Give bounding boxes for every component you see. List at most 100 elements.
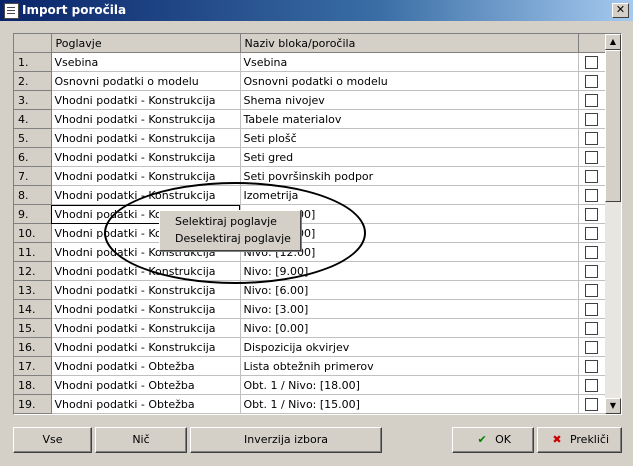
- row-checkbox-cell[interactable]: [578, 223, 606, 243]
- row-checkbox-cell[interactable]: [578, 147, 606, 167]
- cell-naziv[interactable]: Vsebina: [240, 52, 579, 72]
- ok-button[interactable]: ✔ OK: [452, 427, 534, 453]
- table-row[interactable]: 3. Vhodni podatki - Konstrukcija Shema niv…: [14, 90, 606, 110]
- invert-selection-button[interactable]: Inverzija izbora: [190, 427, 382, 453]
- cell-poglavje[interactable]: Vhodni podatki - Konstrukcija: [51, 185, 241, 205]
- cell-poglavje[interactable]: Vhodni podatki - Obtežba: [51, 356, 241, 376]
- table-row[interactable]: 5. Vhodni podatki - Konstrukcija Seti ploš…: [14, 128, 606, 148]
- cell-naziv[interactable]: Tabele materialov: [240, 109, 579, 129]
- cell-poglavje[interactable]: Vhodni podatki - Konstrukcija: [51, 299, 241, 319]
- table-row[interactable]: 17. Vhodni podatki - Obtežba Lista obtežni…: [14, 356, 606, 376]
- cell-poglavje[interactable]: Vhodni podatki - Konstrukcija: [51, 318, 241, 338]
- cell-naziv[interactable]: Shema nivojev: [240, 90, 579, 110]
- row-checkbox[interactable]: [585, 321, 598, 335]
- row-checkbox-cell[interactable]: [578, 337, 606, 357]
- row-checkbox-cell[interactable]: [578, 356, 606, 376]
- table-row[interactable]: 11. Vhodni podatki - Konstrukcija Nivo: [1…: [14, 242, 606, 262]
- select-none-button[interactable]: Nič: [95, 427, 187, 453]
- scrollbar-thumb[interactable]: [605, 50, 621, 202]
- row-checkbox[interactable]: [585, 302, 598, 316]
- cell-poglavje[interactable]: Vhodni podatki - Konstrukcija: [51, 147, 241, 167]
- cell-poglavje[interactable]: Vhodni podatki - Konstrukcija: [51, 128, 241, 148]
- table-row[interactable]: 9.Vhodni podatki - KonstrukcijaNivo: [15…: [14, 204, 606, 224]
- row-checkbox-cell[interactable]: [578, 280, 606, 300]
- row-checkbox[interactable]: [585, 112, 598, 126]
- row-checkbox[interactable]: [585, 55, 598, 69]
- vertical-scrollbar[interactable]: ▲ ▼: [605, 34, 621, 414]
- table-row[interactable]: [14, 413, 606, 414]
- cell-poglavje[interactable]: Osnovni podatki o modelu: [51, 71, 241, 91]
- cell-poglavje[interactable]: [51, 413, 241, 414]
- row-checkbox-cell[interactable]: [578, 299, 606, 319]
- row-checkbox[interactable]: [585, 131, 598, 145]
- cell-poglavje[interactable]: Vhodni podatki - Obtežba: [51, 375, 241, 395]
- row-checkbox[interactable]: [585, 188, 598, 202]
- cell-naziv[interactable]: Osnovni podatki o modelu: [240, 71, 579, 91]
- cell-poglavje[interactable]: Vhodni podatki - Konstrukcija: [51, 90, 241, 110]
- cancel-button[interactable]: ✖ Prekliči: [537, 427, 622, 453]
- table-row[interactable]: 2. Osnovni podatki o modelu Osnovni podatk…: [14, 71, 606, 91]
- cell-naziv[interactable]: Nivo: [6.00]: [240, 280, 579, 300]
- row-checkbox[interactable]: [585, 207, 598, 221]
- cell-poglavje[interactable]: Vsebina: [51, 52, 241, 72]
- arrow-up-icon[interactable]: ▲: [605, 34, 621, 50]
- row-checkbox-cell[interactable]: [578, 185, 606, 205]
- row-checkbox-cell[interactable]: [578, 242, 606, 262]
- table-row[interactable]: 7. Vhodni podatki - Konstrukcija Seti povr…: [14, 166, 606, 186]
- table-row[interactable]: 8. Vhodni podatki - Konstrukcija Izometrij…: [14, 185, 606, 205]
- row-checkbox-cell[interactable]: [578, 318, 606, 338]
- row-checkbox[interactable]: [585, 340, 598, 354]
- row-checkbox[interactable]: [585, 150, 598, 164]
- row-checkbox[interactable]: [585, 397, 598, 411]
- table-row[interactable]: 18. Vhodni podatki - Obtežba Obt. 1 / Nivo…: [14, 375, 606, 395]
- table-row[interactable]: 19. Vhodni podatki - Obtežba Obt. 1 / Nivo…: [14, 394, 606, 414]
- cell-naziv[interactable]: Izometrija: [240, 185, 579, 205]
- row-checkbox-cell[interactable]: [578, 71, 606, 91]
- cell-naziv[interactable]: [240, 413, 579, 414]
- cell-naziv[interactable]: Obt. 1 / Nivo: [15.00]: [240, 394, 579, 414]
- cell-naziv[interactable]: Lista obtežnih primerov: [240, 356, 579, 376]
- table-row[interactable]: 14. Vhodni podatki - Konstrukcija Nivo: [3…: [14, 299, 606, 319]
- table-row[interactable]: 16. Vhodni podatki - Konstrukcija Dispozic…: [14, 337, 606, 357]
- row-checkbox-cell[interactable]: [578, 109, 606, 129]
- cell-naziv[interactable]: Nivo: [9.00]: [240, 261, 579, 281]
- cell-naziv[interactable]: Obt. 1 / Nivo: [18.00]: [240, 375, 579, 395]
- row-checkbox-cell[interactable]: [578, 52, 606, 72]
- row-checkbox-cell[interactable]: [578, 375, 606, 395]
- row-checkbox-cell[interactable]: [578, 90, 606, 110]
- cell-naziv[interactable]: Nivo: [0.00]: [240, 318, 579, 338]
- table-row[interactable]: 13. Vhodni podatki - Konstrukcija Nivo: [6…: [14, 280, 606, 300]
- row-checkbox[interactable]: [585, 378, 598, 392]
- cell-poglavje[interactable]: Vhodni podatki - Konstrukcija: [51, 166, 241, 186]
- row-checkbox-cell[interactable]: [578, 128, 606, 148]
- row-checkbox[interactable]: [585, 359, 598, 373]
- row-checkbox-cell[interactable]: [578, 261, 606, 281]
- row-checkbox-cell[interactable]: [578, 204, 606, 224]
- table-row[interactable]: 1. Vsebina Vsebina: [14, 52, 606, 72]
- cell-poglavje[interactable]: Vhodni podatki - Konstrukcija: [51, 280, 241, 300]
- cell-naziv[interactable]: Seti površinskih podpor: [240, 166, 579, 186]
- cell-poglavje[interactable]: Vhodni podatki - Konstrukcija: [51, 109, 241, 129]
- select-all-button[interactable]: Vse: [13, 427, 92, 453]
- row-checkbox-cell[interactable]: [578, 394, 606, 414]
- row-checkbox[interactable]: [585, 245, 598, 259]
- cell-poglavje[interactable]: Vhodni podatki - Konstrukcija: [51, 261, 241, 281]
- menu-item-deselect-chapter[interactable]: Deselektiraj poglavje: [175, 232, 291, 245]
- table-row[interactable]: 6. Vhodni podatki - Konstrukcija Seti gred: [14, 147, 606, 167]
- row-checkbox-cell[interactable]: [578, 166, 606, 186]
- cell-poglavje[interactable]: Vhodni podatki - Obtežba: [51, 394, 241, 414]
- arrow-down-icon[interactable]: ▼: [605, 398, 621, 414]
- table-row[interactable]: 4. Vhodni podatki - Konstrukcija Tabele ma…: [14, 109, 606, 129]
- close-button[interactable]: ✕: [612, 3, 629, 18]
- row-checkbox[interactable]: [585, 74, 598, 88]
- row-checkbox[interactable]: [585, 283, 598, 297]
- row-checkbox[interactable]: [585, 226, 598, 240]
- row-checkbox[interactable]: [585, 169, 598, 183]
- row-checkbox[interactable]: [585, 264, 598, 278]
- table-row[interactable]: 12. Vhodni podatki - Konstrukcija Nivo: [9…: [14, 261, 606, 281]
- row-checkbox-cell[interactable]: [578, 413, 606, 414]
- cell-naziv[interactable]: Seti gred: [240, 147, 579, 167]
- cell-naziv[interactable]: Seti plošč: [240, 128, 579, 148]
- cell-naziv[interactable]: Nivo: [3.00]: [240, 299, 579, 319]
- table-row[interactable]: 15. Vhodni podatki - Konstrukcija Nivo: [0…: [14, 318, 606, 338]
